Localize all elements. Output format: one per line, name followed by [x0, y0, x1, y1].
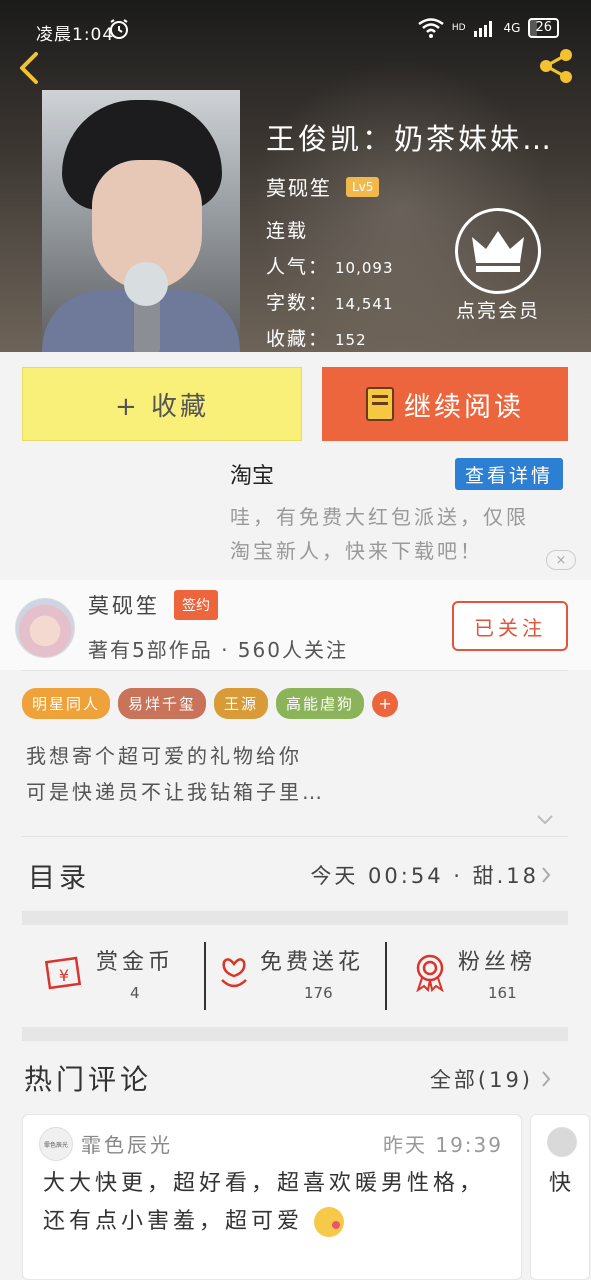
intro-line: 可是快递员不让我钻箱子里…	[26, 780, 325, 804]
crown-icon	[455, 208, 541, 294]
author-name[interactable]: 莫砚笙	[88, 590, 160, 620]
svg-text:¥: ¥	[59, 966, 69, 985]
battery-indicator: 26	[528, 18, 559, 38]
latest-chapter-info: 今天 00:54 · 甜.18	[310, 864, 539, 888]
stat-value: 176	[304, 984, 333, 1002]
author-avatar[interactable]	[15, 598, 75, 658]
wifi-icon	[418, 18, 444, 38]
book-status: 连载	[266, 220, 309, 242]
tag-item[interactable]: 王源	[214, 688, 269, 719]
divider	[22, 836, 568, 837]
comment-body: 大大快更，超好看，超喜欢暖男性格，还有点小害羞，超可爱	[43, 1165, 493, 1241]
stat-label: 赏金币	[96, 950, 175, 975]
vip-membership-button[interactable]: 点亮会员	[450, 208, 546, 323]
fan-ranking-button[interactable]: 粉丝榜 161	[410, 940, 570, 1010]
chevron-down-icon[interactable]	[536, 814, 554, 826]
signed-badge: 签约	[174, 590, 218, 620]
continue-reading-label: 继续阅读	[404, 391, 524, 423]
book-favorites: 收藏： 152	[266, 324, 367, 351]
ad-text-line: 哇，有免费大红包派送，仅限	[230, 505, 529, 529]
book-word-count: 字数： 14,541	[266, 288, 394, 315]
book-header: 凌晨1:04 HD 4G 26 王俊凯：奶茶妹妹… 莫砚笙 Lv5 连载 人气：…	[0, 0, 591, 352]
book-title: 王俊凯：奶茶妹妹…	[266, 122, 555, 156]
stat-value: 161	[488, 984, 517, 1002]
tag-list: 明星同人 易烊千玺 王源 高能虐狗 +	[22, 688, 399, 719]
book-author-row: 莫砚笙 Lv5	[266, 172, 380, 201]
stat-value: 4	[130, 984, 140, 1002]
flower-icon	[221, 958, 247, 988]
tag-item[interactable]: 高能虐狗	[276, 688, 365, 719]
tag-item[interactable]: 易烊千玺	[118, 688, 207, 719]
following-button[interactable]: 已关注	[452, 601, 568, 651]
battery-level: 26	[535, 20, 552, 35]
kiss-emoji-icon	[314, 1207, 345, 1237]
continue-reading-button[interactable]: 继续阅读	[322, 367, 568, 441]
reward-coins-button[interactable]: ¥ 赏金币 4	[44, 940, 204, 1010]
stat-label: 粉丝榜	[458, 950, 537, 975]
comment-avatar[interactable]: 霏色辰光	[39, 1127, 73, 1161]
divider	[204, 942, 206, 1010]
chevron-right-icon[interactable]	[541, 1070, 551, 1088]
book-cover-image[interactable]	[42, 90, 240, 352]
comment-username[interactable]: 霏色辰光	[81, 1129, 173, 1158]
alarm-icon	[110, 19, 128, 39]
add-tag-button[interactable]: +	[372, 690, 399, 717]
status-time: 凌晨1:04	[36, 25, 115, 45]
words-label: 字数：	[266, 292, 330, 314]
status-bar: 凌晨1:04 HD 4G 26	[0, 0, 591, 60]
all-comments-link[interactable]: 全部(19)	[430, 1064, 533, 1094]
ad-text-line: 淘宝新人，快来下载吧！	[230, 539, 483, 563]
ad-close-button[interactable]: ×	[546, 550, 576, 570]
book-intro[interactable]: 我想寄个超可爱的礼物给你 可是快递员不让我钻箱子里…	[26, 738, 325, 810]
ad-text[interactable]: 哇，有免费大红包派送，仅限 淘宝新人，快来下载吧！	[230, 500, 570, 568]
hot-comments-title: 热门评论	[24, 1063, 153, 1096]
back-arrow-icon[interactable]	[14, 50, 44, 86]
words-value: 14,541	[335, 295, 394, 313]
red-envelope-icon: ¥	[44, 956, 82, 990]
hd-indicator: HD	[451, 23, 466, 33]
section-separator	[22, 911, 568, 925]
tag-item[interactable]: 明星同人	[22, 688, 111, 719]
signal-icon	[473, 21, 492, 37]
catalog-title: 目录	[28, 863, 90, 894]
catalog-row[interactable]: 目录 今天 00:54 · 甜.18	[0, 842, 591, 908]
favorites-label: 收藏：	[266, 328, 330, 350]
intro-line: 我想寄个超可爱的礼物给你	[26, 744, 302, 768]
ad-details-button[interactable]: 查看详情	[455, 458, 563, 490]
author-level-badge: Lv5	[346, 176, 380, 197]
send-flower-button[interactable]: 免费送花 176	[214, 940, 386, 1010]
popularity-value: 10,093	[335, 259, 394, 277]
section-separator	[22, 1027, 568, 1041]
divider	[22, 670, 568, 671]
comment-body: 快	[549, 1171, 576, 1196]
network-type: 4G	[503, 21, 521, 35]
popularity-label: 人气：	[266, 256, 330, 278]
comment-text: 大大快更，超好看，超喜欢暖男性格，还有点小害羞，超可爱	[43, 1171, 486, 1234]
stat-label: 免费送花	[260, 950, 365, 975]
vip-label: 点亮会员	[455, 300, 540, 322]
status-indicators: HD 4G 26	[418, 18, 559, 38]
share-icon[interactable]	[535, 46, 577, 86]
add-to-collection-button[interactable]: + 收藏	[22, 367, 302, 441]
comment-time: 昨天 19:39	[383, 1133, 503, 1157]
medal-icon	[416, 954, 444, 992]
book-author-name[interactable]: 莫砚笙	[266, 172, 332, 201]
author-stats: 著有5部作品 · 560人关注	[88, 638, 348, 662]
chevron-right-icon	[542, 867, 551, 883]
book-icon	[366, 387, 394, 421]
book-popularity: 人气： 10,093	[266, 252, 394, 279]
author-card: 莫砚笙 签约 著有5部作品 · 560人关注 已关注	[0, 580, 591, 670]
comment-card[interactable]: 霏色辰光 霏色辰光 昨天 19:39 大大快更，超好看，超喜欢暖男性格，还有点小…	[22, 1114, 522, 1280]
comment-card[interactable]: 快	[530, 1114, 590, 1280]
ad-brand: 淘宝	[230, 464, 275, 489]
comment-avatar[interactable]	[547, 1127, 577, 1157]
favorites-value: 152	[335, 331, 367, 349]
divider	[385, 942, 387, 1010]
